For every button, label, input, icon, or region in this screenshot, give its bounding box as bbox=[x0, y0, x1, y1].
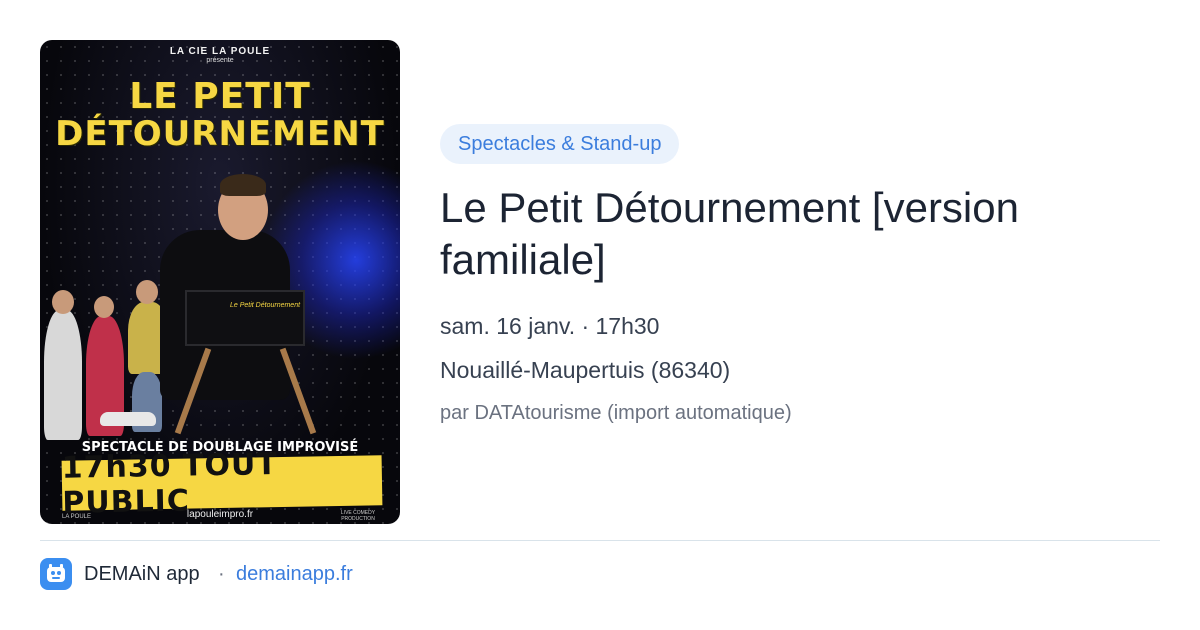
footer-separator: · bbox=[218, 563, 225, 585]
main-performer-hair bbox=[220, 174, 266, 196]
poster-title-line1: LE PETIT bbox=[129, 76, 311, 117]
performer-head bbox=[52, 290, 74, 314]
app-url-link[interactable]: demainapp.fr bbox=[236, 563, 353, 586]
chair-label: Le Petit Détournement bbox=[230, 302, 301, 309]
directors-chair bbox=[185, 290, 305, 346]
poster-banner: 17h30 TOUT PUBLIC bbox=[61, 447, 383, 521]
robot-face-icon bbox=[47, 564, 65, 582]
event-datetime: sam. 16 janv. · 17h30 bbox=[440, 313, 660, 339]
event-title[interactable]: Le Petit Détournement [version familiale… bbox=[440, 182, 1160, 286]
event-location: Nouaillé-Maupertuis (86340) bbox=[440, 357, 731, 383]
event-poster-image[interactable]: LA CIE LA POULE présente LE PETIT DÉTOUR… bbox=[40, 40, 400, 524]
performer-head bbox=[94, 296, 114, 318]
performer-head bbox=[136, 280, 158, 304]
performer-figure bbox=[44, 310, 82, 440]
category-badge[interactable]: Spectacles & Stand-up bbox=[440, 124, 680, 164]
performer-shoe bbox=[100, 412, 156, 426]
poster-logo-left: LA POULE bbox=[62, 514, 92, 520]
poster-presenter: LA CIE LA POULE bbox=[169, 46, 271, 57]
app-name: DEMAiN app bbox=[84, 563, 200, 585]
footer-divider bbox=[40, 540, 1160, 541]
poster-presente: présente bbox=[206, 57, 234, 64]
poster-title-line2: DÉTOURNEMENT bbox=[55, 114, 385, 154]
event-source: par DATAtourisme (import automatique) bbox=[440, 402, 792, 424]
app-logo-icon bbox=[40, 558, 72, 590]
poster-logo-right: LIVE COMEDY PRODUCTION bbox=[340, 510, 376, 522]
